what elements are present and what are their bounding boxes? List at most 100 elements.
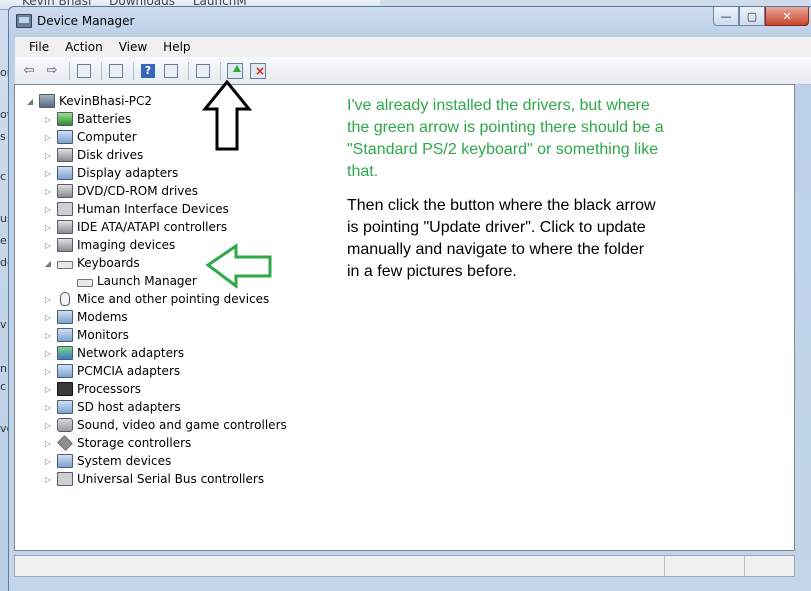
tree-item-disk-drives[interactable]: ▷ Disk drives [43, 146, 143, 164]
help-button[interactable]: ? [138, 61, 158, 81]
title-bar[interactable]: Device Manager — ▢ ✕ [9, 7, 811, 35]
expand-triangle-icon[interactable]: ▷ [43, 150, 53, 160]
uninstall-button[interactable]: × [248, 61, 268, 81]
expand-triangle-icon[interactable]: ▷ [43, 402, 53, 412]
tree-item-batteries[interactable]: ▷ Batteries [43, 110, 131, 128]
system-icon [57, 454, 73, 468]
expand-triangle-icon[interactable]: ▷ [43, 366, 53, 376]
disk-icon [57, 148, 73, 162]
tree-item-dvd-cd-rom-drives[interactable]: ▷ DVD/CD-ROM drives [43, 182, 198, 200]
fragment-text: c [0, 380, 7, 393]
hid-icon [57, 202, 73, 216]
expand-triangle-icon[interactable]: ▷ [43, 294, 53, 304]
maximize-button[interactable]: ▢ [739, 7, 765, 26]
tree-item-label: Display adapters [77, 166, 179, 180]
expand-triangle-icon[interactable]: ▷ [43, 312, 53, 322]
tree-item-launch-manager[interactable]: Launch Manager [77, 272, 197, 290]
tree-root[interactable]: ◢ KevinBhasi-PC2 [25, 92, 152, 110]
tree-item-label: SD host adapters [77, 400, 181, 414]
tree-item-label: Computer [77, 130, 137, 144]
tree-item-pcmcia-adapters[interactable]: ▷ PCMCIA adapters [43, 362, 180, 380]
sound-icon [57, 418, 73, 432]
forward-arrow-icon: ⇨ [46, 63, 58, 78]
back-arrow-icon: ⇦ [23, 63, 35, 78]
expand-triangle-icon[interactable]: ▷ [43, 168, 53, 178]
expand-triangle-icon[interactable]: ▷ [43, 204, 53, 214]
show-hide-action-pane-button[interactable] [161, 61, 181, 81]
tree-item-network-adapters[interactable]: ▷ Network adapters [43, 344, 184, 362]
tree-item-sd-host-adapters[interactable]: ▷ SD host adapters [43, 398, 181, 416]
forward-button[interactable]: ⇨ [42, 61, 62, 81]
tree-item-label: Sound, video and game controllers [77, 418, 287, 432]
keyboard-icon [77, 278, 93, 287]
menu-help[interactable]: Help [155, 40, 198, 54]
status-cell [15, 556, 665, 576]
expand-triangle-icon[interactable]: ▷ [43, 474, 53, 484]
tree-item-label: Storage controllers [77, 436, 192, 450]
tree-item-universal-serial-bus-controllers[interactable]: ▷ Universal Serial Bus controllers [43, 470, 264, 488]
update-driver-button[interactable] [225, 61, 245, 81]
toolbar-separator [69, 61, 70, 80]
tree-item-display-adapters[interactable]: ▷ Display adapters [43, 164, 178, 182]
tree-item-computer[interactable]: ▷ Computer [43, 128, 137, 146]
camera-icon [57, 238, 73, 252]
black-annotation: Then click the button where the black ar… [347, 197, 656, 280]
expand-triangle-icon[interactable]: ▷ [43, 420, 53, 430]
tree-item-imaging-devices[interactable]: ▷ Imaging devices [43, 236, 175, 254]
action-pane-icon [164, 63, 178, 78]
fragment-text: c [0, 170, 7, 183]
uninstall-icon: × [250, 62, 266, 79]
help-icon: ? [141, 63, 155, 78]
expand-triangle-icon[interactable]: ▷ [43, 114, 53, 124]
tree-item-ide-ata-atapi-controllers[interactable]: ▷ IDE ATA/ATAPI controllers [43, 218, 227, 236]
console-tree-icon [77, 63, 91, 78]
expand-triangle-icon[interactable]: ▷ [43, 384, 53, 394]
display-icon [57, 166, 73, 180]
expand-triangle-icon[interactable]: ▷ [43, 186, 53, 196]
tree-item-human-interface-devices[interactable]: ▷ Human Interface Devices [43, 200, 229, 218]
toolbar-separator [188, 61, 189, 80]
expand-triangle-icon[interactable]: ▷ [43, 330, 53, 340]
network-icon [57, 346, 73, 360]
tree-item-label: Disk drives [77, 148, 144, 162]
tree-item-processors[interactable]: ▷ Processors [43, 380, 141, 398]
scan-hardware-button[interactable] [193, 61, 213, 81]
show-hide-console-tree-button[interactable] [74, 61, 94, 81]
expand-triangle-icon[interactable]: ▷ [43, 438, 53, 448]
tree-item-sound-video-and-game-controllers[interactable]: ▷ Sound, video and game controllers [43, 416, 287, 434]
ide-icon [57, 220, 73, 234]
tree-item-label: PCMCIA adapters [77, 364, 181, 378]
usb-icon [57, 472, 73, 486]
expand-triangle-icon[interactable]: ▷ [43, 132, 53, 142]
tree-item-system-devices[interactable]: ▷ System devices [43, 452, 171, 470]
tree-item-modems[interactable]: ▷ Modems [43, 308, 128, 326]
properties-button[interactable] [106, 61, 126, 81]
battery-icon [57, 112, 73, 126]
menu-action[interactable]: Action [57, 40, 111, 54]
tree-item-mice-and-other-pointing-devices[interactable]: ▷ Mice and other pointing devices [43, 290, 269, 308]
tree-item-storage-controllers[interactable]: ▷ Storage controllers [43, 434, 191, 452]
menu-view[interactable]: View [111, 40, 155, 54]
menu-file[interactable]: File [21, 40, 57, 54]
expand-triangle-icon[interactable]: ▷ [43, 456, 53, 466]
computer-icon [57, 130, 73, 144]
tree-root-label: KevinBhasi-PC2 [59, 94, 153, 108]
tree-item-label: Keyboards [77, 256, 140, 270]
back-button[interactable]: ⇦ [19, 61, 39, 81]
expand-triangle-icon[interactable]: ▷ [43, 222, 53, 232]
menu-bar: File Action View Help [15, 37, 811, 57]
device-tree-pane[interactable]: ◢ KevinBhasi-PC2 ▷ Batteries ▷ Computer ▷ Dis… [14, 84, 795, 551]
close-button[interactable]: ✕ [765, 7, 809, 26]
caption-buttons: — ▢ ✕ [713, 7, 809, 27]
expand-triangle-icon[interactable]: ▷ [43, 348, 53, 358]
tree-item-label: IDE ATA/ATAPI controllers [77, 220, 228, 234]
tree-item-monitors[interactable]: ▷ Monitors [43, 326, 129, 344]
collapse-triangle-icon[interactable]: ◢ [43, 258, 53, 268]
fragment-text: s [0, 130, 6, 143]
collapse-triangle-icon[interactable]: ◢ [25, 96, 35, 106]
minimize-button[interactable]: — [713, 7, 739, 26]
status-bar [14, 555, 795, 577]
tree-item-keyboards[interactable]: ◢ Keyboards [43, 254, 140, 272]
expand-triangle-icon[interactable]: ▷ [43, 240, 53, 250]
tree-item-label: Monitors [77, 328, 129, 342]
